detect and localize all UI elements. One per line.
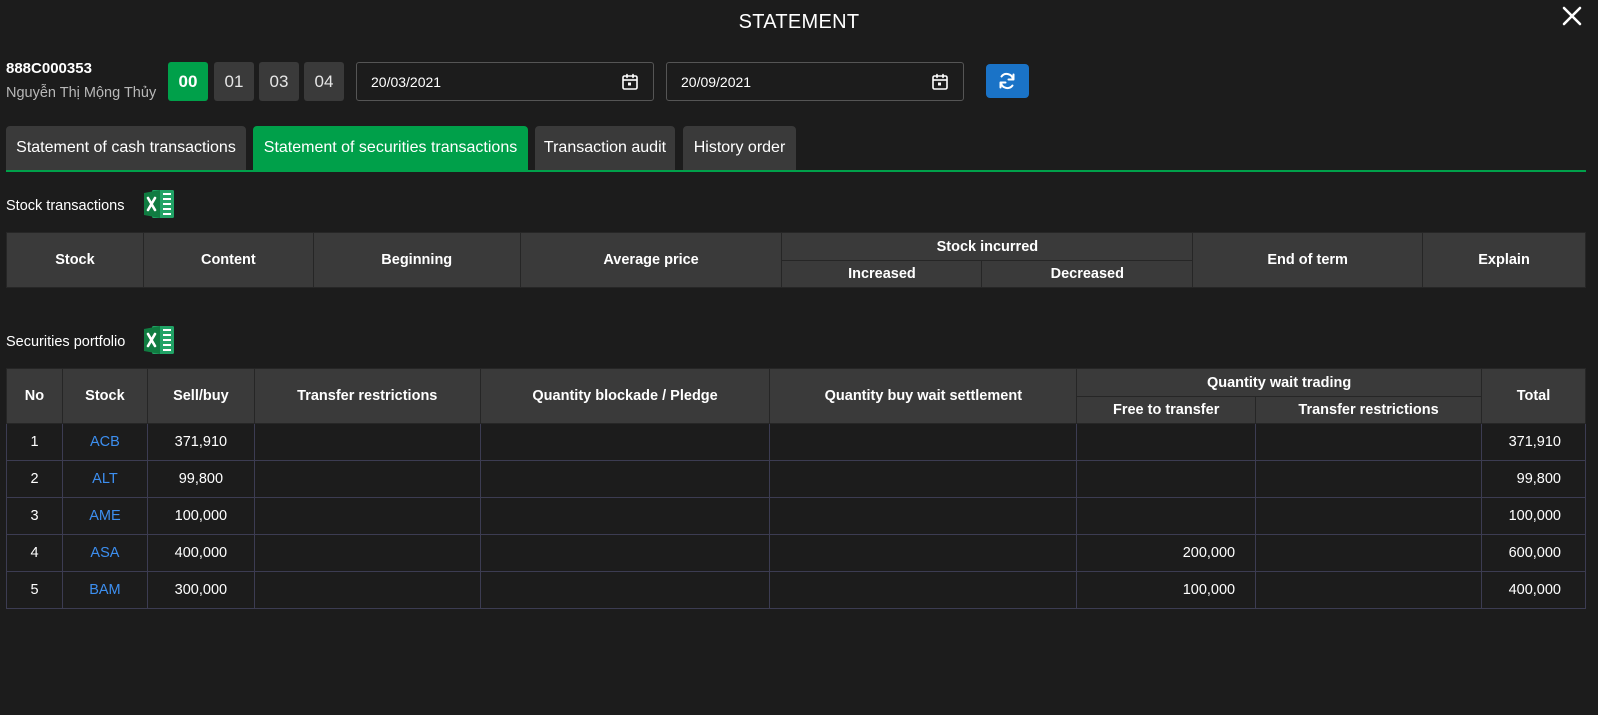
sell-buy-cell: 371,910 xyxy=(146,423,255,461)
col-increased: Increased xyxy=(781,260,983,288)
col-content: Content xyxy=(142,232,314,288)
stock-link[interactable]: AME xyxy=(61,497,148,535)
calendar-icon[interactable] xyxy=(621,73,639,91)
sell-buy-cell: 100,000 xyxy=(146,497,255,535)
table-row: 1 ACB 371,910 371,910 xyxy=(6,423,1587,461)
col-beginning: Beginning xyxy=(312,232,521,288)
sub-account-04[interactable]: 04 xyxy=(304,62,344,101)
col-explain: Explain xyxy=(1422,232,1586,288)
excel-icon[interactable] xyxy=(142,324,176,356)
table-row: 2 ALT 99,800 99,800 xyxy=(6,460,1587,498)
transfer-restrictions-cell xyxy=(253,497,481,535)
account-name: Nguyễn Thị Mộng Thủy xyxy=(6,85,157,101)
col-stock: Stock xyxy=(6,232,144,288)
row-no: 5 xyxy=(6,571,63,609)
date-to-field[interactable]: 20/09/2021 xyxy=(666,62,964,101)
col-quantity-wait-trading: Quantity wait trading xyxy=(1076,368,1482,397)
col-total: Total xyxy=(1480,368,1587,424)
calendar-icon[interactable] xyxy=(931,73,949,91)
free-to-transfer-cell xyxy=(1076,423,1257,461)
col-stock-incurred: Stock incurred xyxy=(781,232,1194,261)
stock-link[interactable]: ACB xyxy=(61,423,148,461)
total-cell: 100,000 xyxy=(1480,497,1587,535)
table-row: 3 AME 100,000 100,000 xyxy=(6,497,1587,535)
sell-buy-cell: 300,000 xyxy=(146,571,255,609)
free-to-transfer-cell: 200,000 xyxy=(1076,534,1257,572)
refresh-button[interactable] xyxy=(986,64,1029,98)
total-cell: 99,800 xyxy=(1480,460,1587,498)
total-cell: 600,000 xyxy=(1480,534,1587,572)
table-row: 5 BAM 300,000 100,000 400,000 xyxy=(6,571,1587,609)
stock-transactions-label: Stock transactions xyxy=(6,198,125,214)
blockade-cell xyxy=(479,423,771,461)
row-no: 4 xyxy=(6,534,63,572)
excel-icon[interactable] xyxy=(142,188,176,220)
stock-transactions-table: Stock Content Beginning Average price St… xyxy=(6,232,1586,288)
transfer-restrictions-cell xyxy=(253,571,481,609)
col-transfer-restrictions: Transfer restrictions xyxy=(253,368,481,424)
account-number: 888C000353 xyxy=(6,60,92,77)
account-info: 888C000353 Nguyễn Thị Mộng Thủy xyxy=(6,60,156,101)
tab-transaction-audit[interactable]: Transaction audit xyxy=(535,126,675,170)
buy-wait-cell xyxy=(769,460,1078,498)
row-no: 1 xyxy=(6,423,63,461)
tab-history-order[interactable]: History order xyxy=(683,126,796,170)
col-average-price: Average price xyxy=(519,232,783,288)
transfer-restrictions-cell xyxy=(253,534,481,572)
table-row: 4 ASA 400,000 200,000 600,000 xyxy=(6,534,1587,572)
transfer-restrictions-cell xyxy=(253,423,481,461)
col-free-to-transfer: Free to transfer xyxy=(1076,396,1257,424)
free-to-transfer-cell xyxy=(1076,460,1257,498)
stock-link[interactable]: ASA xyxy=(61,534,148,572)
refresh-icon xyxy=(999,72,1015,90)
sell-buy-cell: 99,800 xyxy=(146,460,255,498)
col-no: No xyxy=(6,368,63,424)
close-icon[interactable] xyxy=(1560,4,1584,28)
blockade-cell xyxy=(479,460,771,498)
date-from-value: 20/03/2021 xyxy=(371,74,442,90)
wait-restrictions-cell xyxy=(1255,571,1482,609)
row-no: 2 xyxy=(6,460,63,498)
securities-portfolio-label: Securities portfolio xyxy=(6,334,126,350)
col-quantity-buy-wait: Quantity buy wait settlement xyxy=(769,368,1078,424)
col-quantity-blockade: Quantity blockade / Pledge xyxy=(479,368,771,424)
tab-cash-transactions[interactable]: Statement of cash transactions xyxy=(6,126,246,170)
date-from-field[interactable]: 20/03/2021 xyxy=(356,62,654,101)
free-to-transfer-cell xyxy=(1076,497,1257,535)
buy-wait-cell xyxy=(769,534,1078,572)
buy-wait-cell xyxy=(769,423,1078,461)
col-decreased: Decreased xyxy=(981,260,1194,288)
securities-portfolio-table: No Stock Sell/buy Transfer restrictions … xyxy=(6,368,1587,609)
blockade-cell xyxy=(479,571,771,609)
wait-restrictions-cell xyxy=(1255,534,1482,572)
buy-wait-cell xyxy=(769,497,1078,535)
blockade-cell xyxy=(479,497,771,535)
tab-underline xyxy=(6,170,1586,172)
sell-buy-cell: 400,000 xyxy=(146,534,255,572)
buy-wait-cell xyxy=(769,571,1078,609)
sub-account-00[interactable]: 00 xyxy=(168,62,208,101)
wait-restrictions-cell xyxy=(1255,497,1482,535)
total-cell: 371,910 xyxy=(1480,423,1587,461)
blockade-cell xyxy=(479,534,771,572)
col-end-of-term: End of term xyxy=(1192,232,1424,288)
transfer-restrictions-cell xyxy=(253,460,481,498)
col-wait-transfer-restrictions: Transfer restrictions xyxy=(1255,396,1482,424)
free-to-transfer-cell: 100,000 xyxy=(1076,571,1257,609)
wait-restrictions-cell xyxy=(1255,460,1482,498)
page-title: STATEMENT xyxy=(738,11,860,33)
tab-securities-transactions[interactable]: Statement of securities transactions xyxy=(253,126,528,170)
stock-link[interactable]: BAM xyxy=(61,571,148,609)
wait-restrictions-cell xyxy=(1255,423,1482,461)
sub-account-03[interactable]: 03 xyxy=(259,62,299,101)
col-sell-buy: Sell/buy xyxy=(146,368,255,424)
col-stock: Stock xyxy=(61,368,148,424)
total-cell: 400,000 xyxy=(1480,571,1587,609)
date-to-value: 20/09/2021 xyxy=(681,74,752,90)
row-no: 3 xyxy=(6,497,63,535)
sub-account-01[interactable]: 01 xyxy=(214,62,254,101)
stock-link[interactable]: ALT xyxy=(61,460,148,498)
